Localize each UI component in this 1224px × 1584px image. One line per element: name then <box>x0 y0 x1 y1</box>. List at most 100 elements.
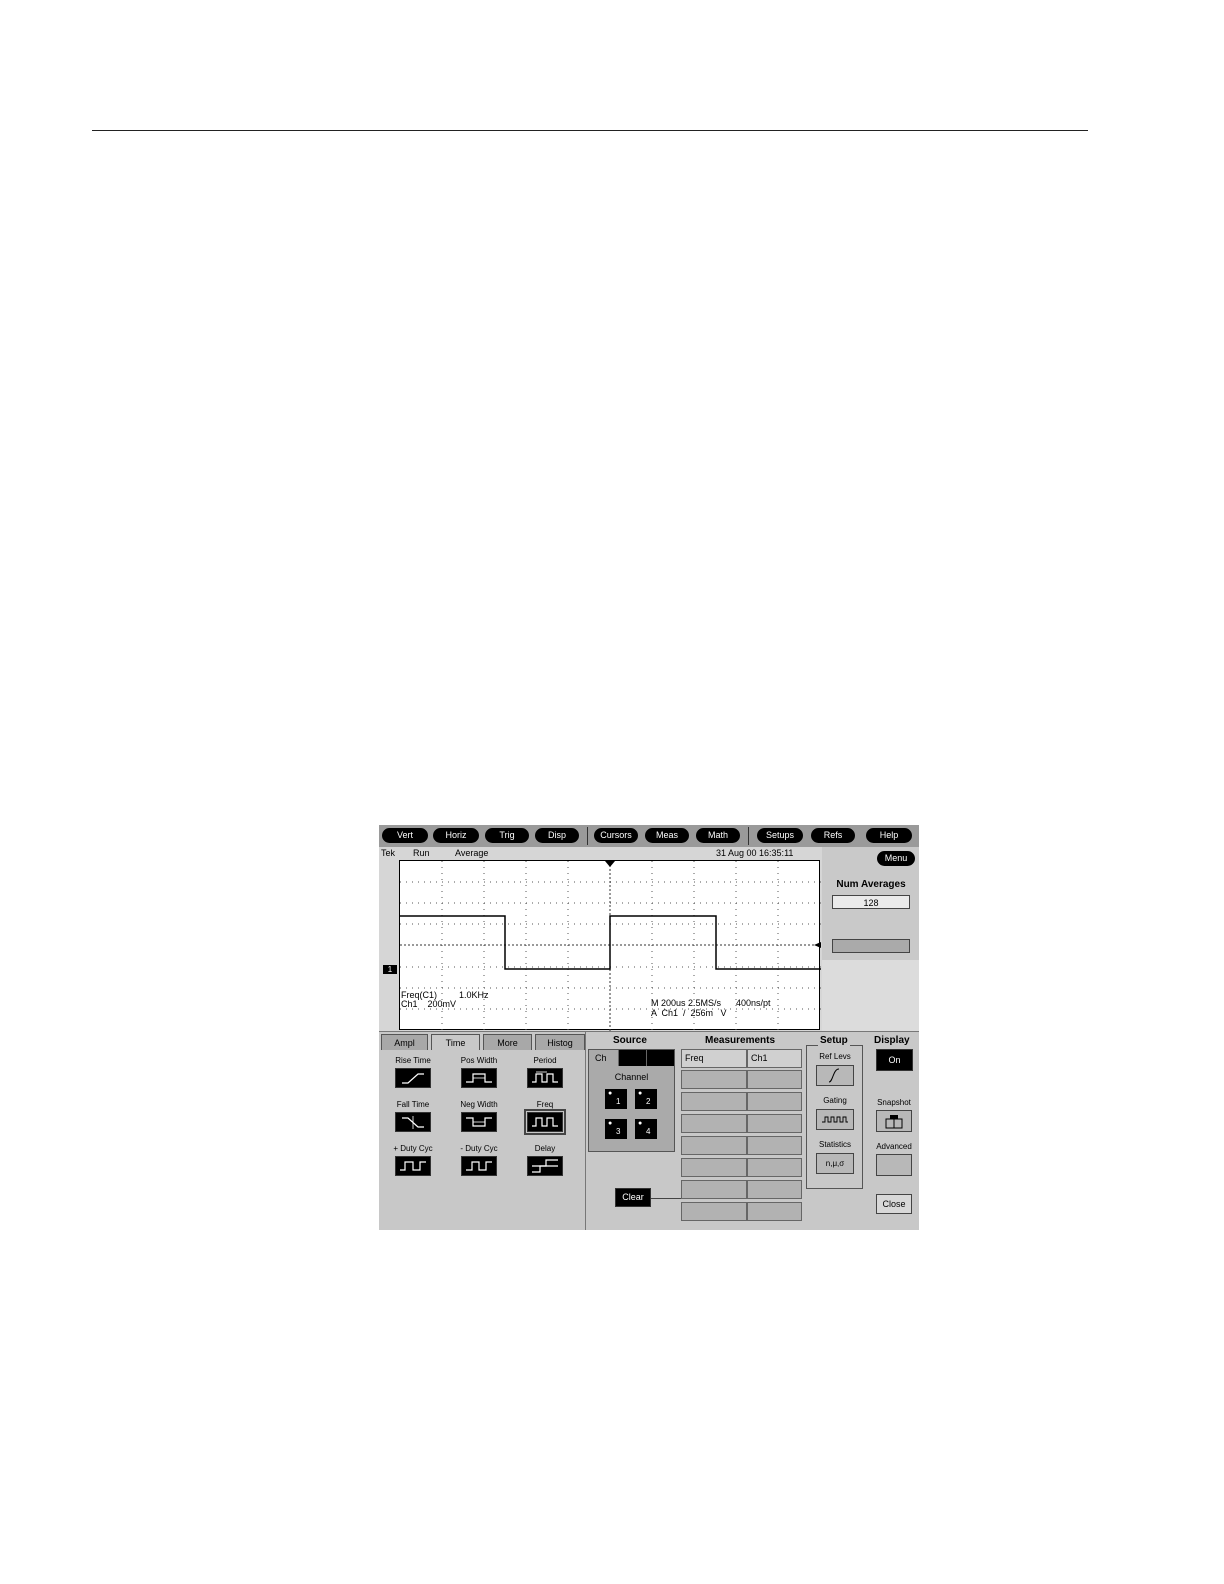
ref-levs-button[interactable] <box>816 1065 854 1086</box>
tab-time[interactable]: Time <box>431 1034 480 1050</box>
delay-icon <box>532 1159 558 1173</box>
measurement-control-window: Ampl Time More Histog Rise Time Pos Widt… <box>379 1031 919 1230</box>
measurement-slot[interactable] <box>747 1202 802 1221</box>
measurement-slot[interactable] <box>747 1180 802 1199</box>
tab-ampl[interactable]: Ampl <box>381 1034 428 1050</box>
source-tab-ch[interactable]: Ch <box>589 1050 618 1066</box>
snapshot-button[interactable] <box>876 1110 912 1132</box>
fall-time-label: Fall Time <box>396 1100 430 1109</box>
freq-readout-value: 1.0KHz <box>459 990 489 1000</box>
measurement-header-source[interactable]: Ch1 <box>747 1049 802 1068</box>
freq-button[interactable] <box>524 1109 566 1135</box>
measurement-slot[interactable] <box>747 1136 802 1155</box>
channel-scale-readout: Ch1 200mV <box>401 999 457 1009</box>
measurement-slot[interactable] <box>681 1202 747 1221</box>
page-top-rule <box>92 130 1088 131</box>
refs-menu-button[interactable]: Refs <box>811 828 855 843</box>
setup-title: Setup <box>818 1035 850 1046</box>
negative-duty-label: - Duty Cyc <box>460 1144 498 1153</box>
snapshot-icon <box>885 1115 903 1129</box>
measurement-slot[interactable] <box>747 1158 802 1177</box>
disp-menu-button[interactable]: Disp <box>535 828 579 843</box>
measurement-slot[interactable] <box>747 1070 802 1089</box>
clear-button[interactable]: Clear <box>615 1188 651 1207</box>
channel-3-button[interactable]: ● 3 <box>605 1119 627 1139</box>
frequency-icon <box>532 1117 558 1127</box>
trigger-readout: A Ch1 / 256m V <box>651 1008 727 1018</box>
tab-more[interactable]: More <box>483 1034 532 1050</box>
math-menu-button[interactable]: Math <box>696 828 740 843</box>
rise-time-label: Rise Time <box>395 1056 431 1065</box>
panel-divider <box>585 1032 586 1230</box>
positive-duty-button[interactable] <box>395 1156 431 1176</box>
fall-time-button[interactable] <box>395 1112 431 1132</box>
measurement-slot[interactable] <box>681 1136 747 1155</box>
channel-2-button[interactable]: ● 2 <box>635 1089 657 1109</box>
num-averages-title: Num Averages <box>836 879 906 890</box>
channel-dot-icon: ● <box>608 1090 613 1097</box>
advanced-label: Advanced <box>876 1142 912 1151</box>
menu-button[interactable]: Menu <box>877 851 915 866</box>
display-on-button[interactable]: On <box>876 1049 913 1071</box>
statistics-label: Statistics <box>818 1140 851 1149</box>
cursors-menu-button[interactable]: Cursors <box>594 828 638 843</box>
channel1-trace <box>400 915 821 970</box>
pos-width-label: Pos Width <box>460 1056 498 1065</box>
channel-4-button[interactable]: ● 4 <box>635 1119 657 1139</box>
setups-menu-button[interactable]: Setups <box>757 828 803 843</box>
channel-3-label: 3 <box>616 1127 621 1136</box>
channel-dot-icon: ● <box>638 1120 643 1127</box>
measurement-slot[interactable] <box>681 1070 747 1089</box>
side-panel-lower <box>822 960 919 1031</box>
measurement-slot[interactable] <box>681 1092 747 1111</box>
channel-1-button[interactable]: ● 1 <box>605 1089 627 1109</box>
meas-menu-button[interactable]: Meas <box>645 828 689 843</box>
vert-menu-button[interactable]: Vert <box>382 828 428 843</box>
period-button[interactable] <box>527 1068 563 1088</box>
negative-duty-icon <box>466 1161 492 1171</box>
num-averages-field[interactable]: 128 <box>832 895 910 909</box>
neg-width-button[interactable] <box>461 1112 497 1132</box>
measurement-slot[interactable] <box>747 1092 802 1111</box>
source-tab-3[interactable] <box>646 1050 674 1066</box>
clear-connector-line <box>651 1198 681 1199</box>
measurement-slot[interactable] <box>747 1114 802 1133</box>
measurement-slot[interactable] <box>681 1180 747 1199</box>
pos-width-button[interactable] <box>461 1068 497 1088</box>
side-panel-blank-button[interactable] <box>832 939 910 953</box>
period-icon <box>532 1071 558 1083</box>
snapshot-label: Snapshot <box>877 1098 911 1107</box>
acquisition-mode: Average <box>455 848 489 858</box>
advanced-button[interactable] <box>876 1154 912 1176</box>
source-panel: Ch Channel ● 1 ● 2 ● 3 ● 4 <box>588 1049 675 1152</box>
channel-label: Channel <box>614 1072 649 1082</box>
toolbar-separator <box>748 827 749 845</box>
tab-histog[interactable]: Histog <box>535 1034 585 1050</box>
measurement-slot[interactable] <box>681 1114 747 1133</box>
source-tab-2[interactable] <box>618 1050 646 1066</box>
statistics-button[interactable]: n,μ,σ <box>816 1153 854 1174</box>
gating-button[interactable] <box>816 1109 854 1130</box>
positive-duty-icon <box>400 1161 426 1171</box>
horiz-menu-button[interactable]: Horiz <box>433 828 479 843</box>
rise-edge-icon <box>402 1073 424 1084</box>
positive-duty-label: + Duty Cyc <box>393 1144 433 1153</box>
negative-pulse-icon <box>466 1117 492 1127</box>
period-label: Period <box>533 1056 557 1065</box>
measurement-slot[interactable] <box>681 1158 747 1177</box>
timebase-readout: M 200us 2.5MS/s 400ns/pt <box>651 998 771 1008</box>
trigger-position-marker <box>605 861 615 867</box>
delay-button[interactable] <box>527 1156 563 1176</box>
rise-time-button[interactable] <box>395 1068 431 1088</box>
channel1-ground-marker: 1 <box>383 965 397 974</box>
neg-width-label: Neg Width <box>460 1100 498 1109</box>
fall-edge-icon <box>402 1116 424 1129</box>
brand-label: Tek <box>381 848 396 858</box>
close-button[interactable]: Close <box>876 1194 912 1214</box>
ref-levs-label: Ref Levs <box>819 1052 851 1061</box>
trig-menu-button[interactable]: Trig <box>485 828 529 843</box>
negative-duty-button[interactable] <box>461 1156 497 1176</box>
channel-1-label: 1 <box>616 1097 621 1106</box>
measurement-header-type[interactable]: Freq <box>681 1049 747 1068</box>
help-menu-button[interactable]: Help <box>866 828 912 843</box>
